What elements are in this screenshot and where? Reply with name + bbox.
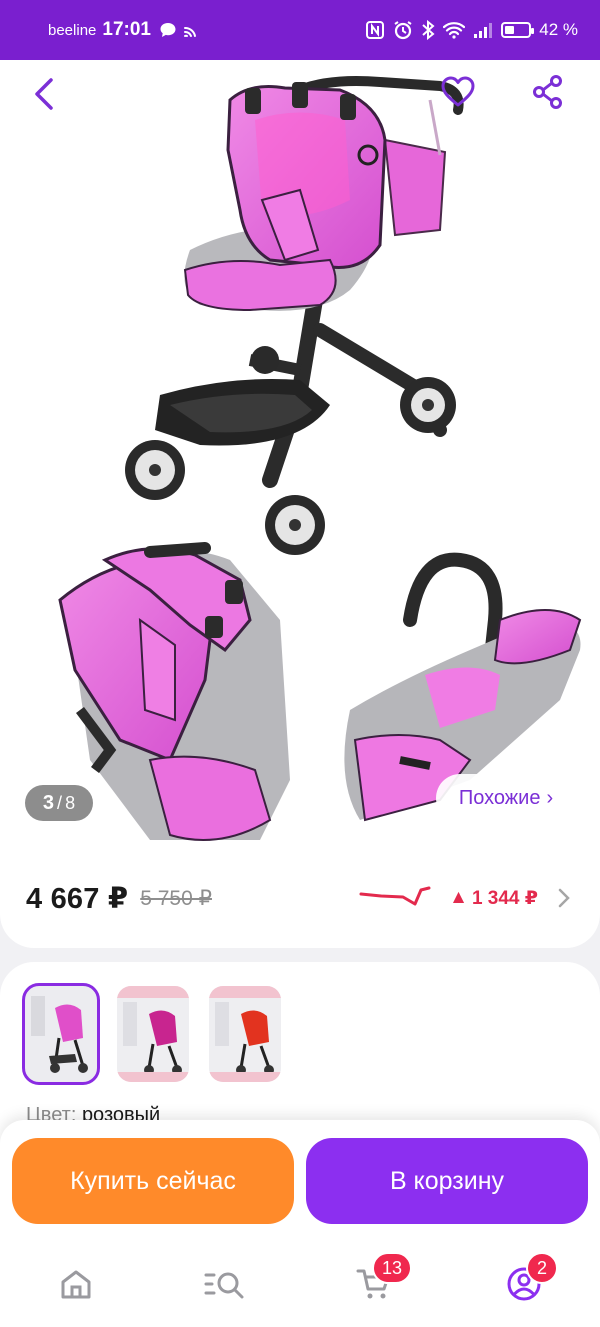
battery-icon	[501, 22, 535, 38]
cart-count-badge: 13	[372, 1252, 412, 1284]
purchase-bar: Купить сейчас В корзину	[0, 1120, 600, 1242]
favorite-button[interactable]	[434, 68, 482, 116]
bottom-navigation	[0, 1242, 600, 1327]
bluetooth-icon	[422, 20, 435, 40]
variant-thumbnail-red[interactable]	[209, 986, 281, 1082]
similar-products-button[interactable]: Похожие ›	[436, 774, 576, 822]
product-photo[interactable]	[0, 60, 600, 860]
share-button[interactable]	[524, 68, 572, 116]
chat-icon	[160, 23, 176, 37]
price-row: 4 667 ₽ 5 750 ₽ ▲ 1 344 ₽	[26, 875, 570, 921]
heart-icon	[441, 76, 475, 107]
chevron-right-icon: ›	[546, 786, 554, 809]
catalog-search-icon	[204, 1272, 244, 1299]
current-price: 4 667 ₽	[26, 882, 129, 915]
profile-notification-badge: 2	[526, 1252, 558, 1284]
wifi-icon	[443, 22, 466, 39]
variant-thumbnail-pink[interactable]	[22, 983, 100, 1085]
price-change: ▲ 1 344 ₽	[449, 887, 538, 910]
home-icon	[61, 1270, 91, 1299]
price-trend-sparkline	[359, 886, 431, 906]
variant-thumbnail-image	[209, 986, 281, 1082]
product-gallery-card: 3 / 8 Похожие › 4 667 ₽ 5 750 ₽ ▲ 1 344 …	[0, 60, 600, 948]
nav-catalog[interactable]	[200, 1262, 248, 1306]
price-change-value: 1 344 ₽	[471, 887, 538, 909]
variant-thumbnails	[22, 983, 281, 1085]
similar-label: Похожие	[458, 786, 541, 809]
price-history-link[interactable]: ▲ 1 344 ₽	[359, 886, 570, 910]
car-seat-front-image	[58, 542, 290, 841]
image-counter-total: 8	[65, 792, 76, 813]
variant-thumbnail-dark-pink[interactable]	[117, 986, 189, 1082]
old-price: 5 750 ₽	[140, 886, 212, 910]
back-icon	[35, 78, 53, 110]
add-to-cart-button[interactable]: В корзину	[306, 1138, 588, 1224]
signal-icon	[474, 23, 493, 38]
status-bar: beeline 17:01 42 %	[0, 0, 600, 60]
chevron-right-icon	[558, 888, 570, 908]
variant-thumbnail-image	[25, 986, 97, 1082]
nav-home[interactable]	[52, 1262, 100, 1306]
cast-icon	[184, 26, 196, 37]
nfc-icon	[366, 21, 385, 39]
image-counter-current: 3	[42, 791, 55, 814]
back-button[interactable]	[20, 70, 68, 118]
variant-thumbnail-image	[117, 986, 189, 1082]
image-counter-separator: /	[57, 792, 63, 813]
carrier-name: beeline	[48, 21, 97, 39]
alarm-icon	[394, 21, 412, 40]
clock: 17:01	[102, 19, 151, 40]
stroller-image	[125, 76, 464, 555]
image-counter: 3 / 8	[25, 785, 93, 821]
arrow-up-icon: ▲	[449, 887, 468, 908]
share-icon	[533, 75, 562, 109]
battery-percent: 42 %	[539, 20, 578, 39]
buy-now-button[interactable]: Купить сейчас	[12, 1138, 294, 1224]
